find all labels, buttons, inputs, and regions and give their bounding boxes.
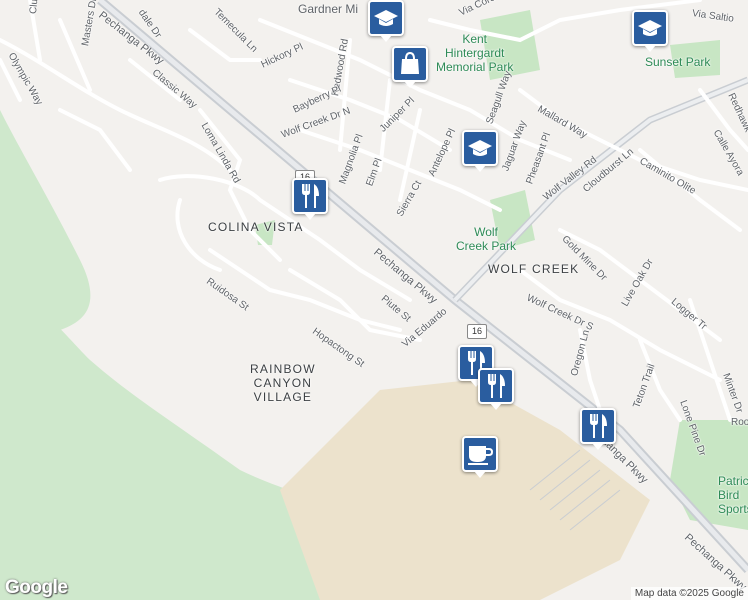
street-label: Clubh: [28, 0, 42, 15]
shopping-pin[interactable]: [392, 46, 428, 88]
school-pin[interactable]: [368, 0, 404, 42]
restaurant-pin[interactable]: [580, 408, 616, 450]
area-label-wolf-creek: WOLF CREEK: [488, 262, 580, 276]
map-attribution[interactable]: Map data ©2025 Google: [630, 587, 748, 600]
graduation-cap-icon: [468, 140, 492, 156]
highway-shield: 16: [467, 324, 487, 339]
school-pin[interactable]: [632, 10, 668, 52]
graduation-cap-icon: [374, 10, 398, 26]
cafe-pin[interactable]: [462, 436, 498, 478]
map-canvas[interactable]: 16 16 COLINA VISTA WOLF CREEK RAINBOW CA…: [0, 0, 748, 600]
map-base-layer: [0, 0, 748, 600]
park-label-wolf-creek: Wolf Creek Park: [456, 225, 517, 253]
area-label-colina-vista: COLINA VISTA: [208, 220, 304, 234]
google-logo[interactable]: Google: [5, 577, 68, 599]
school-pin[interactable]: [462, 130, 498, 172]
graduation-cap-icon: [638, 20, 662, 36]
hill-area-north: [0, 110, 91, 330]
fork-knife-icon: [302, 184, 319, 208]
park-label-gardner: Gardner Mi: [298, 2, 359, 16]
street-label: Roo: [731, 417, 748, 428]
park-label-patrick-bird: Patric Bird Sports: [718, 474, 748, 516]
park-label-kent: Kent Hintergardt Memorial Park: [436, 32, 514, 74]
fork-knife-icon: [590, 414, 607, 438]
area-label-rainbow-canyon: RAINBOW CANYON VILLAGE: [250, 362, 316, 404]
park-label-sunset: Sunset Park: [645, 55, 711, 69]
restaurant-pin[interactable]: [292, 178, 328, 220]
coffee-cup-icon: [468, 446, 493, 465]
fork-knife-icon: [488, 374, 505, 398]
shopping-bag-icon: [401, 52, 419, 74]
restaurant-pin[interactable]: [478, 368, 514, 410]
